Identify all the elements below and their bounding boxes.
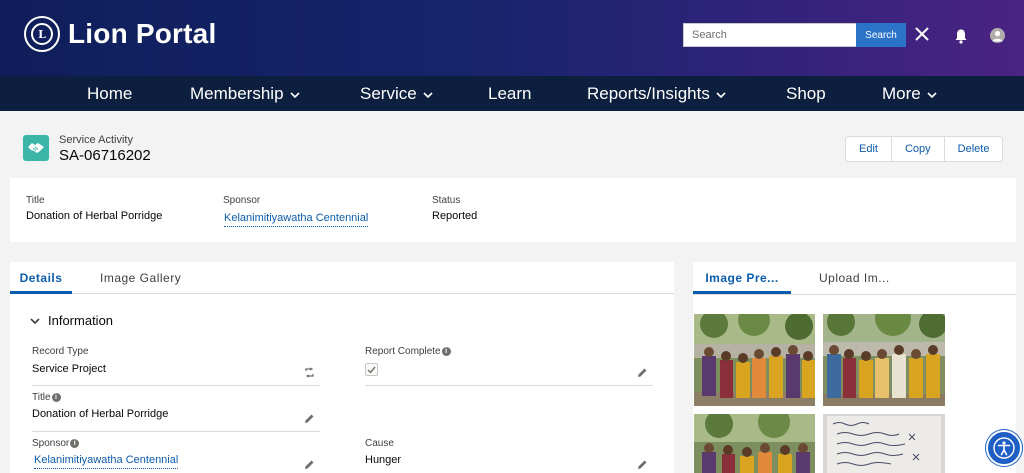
nav-item-membership[interactable]: Membership <box>190 76 300 111</box>
main-nav: Home Membership Service Learn Reports/In… <box>0 76 1024 111</box>
cause-value: Hunger <box>365 454 402 466</box>
lions-logo-icon[interactable]: L <box>24 16 60 52</box>
title-field-value: Donation of Herbal Porridge <box>32 408 169 420</box>
cause-label: Cause <box>365 438 394 449</box>
nav-item-shop[interactable]: Shop <box>786 76 826 111</box>
record-object-label: Service Activity <box>59 134 133 146</box>
search-input[interactable] <box>683 23 857 47</box>
nav-item-home[interactable]: Home <box>87 76 132 111</box>
section-information-toggle[interactable]: Information <box>30 313 113 328</box>
chevron-down-icon <box>423 91 433 98</box>
sponsor-link[interactable]: Kelanimitiyawatha Centennial <box>224 212 369 227</box>
gallery-thumbnail[interactable] <box>694 414 815 473</box>
info-icon[interactable]: i <box>70 439 80 448</box>
gallery-thumbnail[interactable] <box>823 314 945 406</box>
title-value: Donation of Herbal Porridge <box>26 210 163 222</box>
copy-button[interactable]: Copy <box>892 137 945 161</box>
sponsor-label: Sponsor <box>223 195 261 206</box>
divider <box>32 385 320 386</box>
chevron-down-icon <box>927 91 937 98</box>
section-title: Information <box>48 313 114 328</box>
gallery-thumbnail[interactable] <box>823 414 945 473</box>
chevron-down-icon <box>716 91 726 98</box>
nav-item-more[interactable]: More <box>882 76 937 111</box>
record-actions: Edit Copy Delete <box>845 136 1004 162</box>
top-header: L Lion Portal Search <box>0 0 1024 76</box>
status-value: Reported <box>432 210 478 222</box>
status-label: Status <box>432 195 461 206</box>
pencil-icon[interactable] <box>304 459 315 470</box>
images-card: Image Pre... Upload Im... <box>693 262 1016 473</box>
record-type-value: Service Project <box>32 363 106 375</box>
info-icon[interactable]: i <box>51 393 61 402</box>
nav-item-service[interactable]: Service <box>360 76 433 111</box>
sponsor-field-label: Sponsor i <box>32 438 80 449</box>
title-label: Title <box>26 195 45 206</box>
accessibility-icon <box>993 437 1015 459</box>
title-field-label: Title i <box>32 392 61 403</box>
pencil-icon[interactable] <box>637 367 648 378</box>
bell-icon[interactable] <box>953 28 969 44</box>
details-card: Details Image Gallery Information Record… <box>10 262 674 473</box>
nav-item-learn[interactable]: Learn <box>488 76 531 111</box>
divider <box>365 385 653 386</box>
sponsor-field-link[interactable]: Kelanimitiyawatha Centennial <box>34 454 179 469</box>
tab-image-preview[interactable]: Image Pre... <box>693 262 791 294</box>
details-tabbar: Details Image Gallery <box>10 262 674 294</box>
change-record-type-icon[interactable] <box>304 367 315 378</box>
divider <box>32 431 320 432</box>
user-avatar-icon[interactable] <box>990 28 1005 43</box>
info-icon[interactable]: i <box>441 347 451 356</box>
record-type-label: Record Type <box>32 346 89 357</box>
pencil-icon[interactable] <box>637 459 648 470</box>
nav-item-reports-insights[interactable]: Reports/Insights <box>587 76 726 111</box>
chevron-down-icon <box>30 317 40 324</box>
highlights-panel: Title Donation of Herbal Porridge Sponso… <box>10 178 1016 242</box>
chevron-down-icon <box>289 91 300 98</box>
tab-upload-images[interactable]: Upload Im... <box>819 262 890 294</box>
pencil-icon[interactable] <box>304 413 315 424</box>
report-complete-label: Report Complete i <box>365 346 451 357</box>
report-complete-checkbox <box>365 363 378 376</box>
handshake-icon <box>23 135 49 161</box>
gallery-thumbnail[interactable] <box>694 314 815 406</box>
edit-button[interactable]: Edit <box>846 137 892 161</box>
search-button[interactable]: Search <box>856 23 906 47</box>
accessibility-button[interactable] <box>986 430 1022 466</box>
tab-details[interactable]: Details <box>10 262 72 294</box>
divider <box>693 294 1016 295</box>
record-id: SA-06716202 <box>59 147 151 164</box>
close-icon[interactable] <box>914 26 930 42</box>
tab-image-gallery[interactable]: Image Gallery <box>100 262 181 294</box>
delete-button[interactable]: Delete <box>945 137 1003 161</box>
portal-title[interactable]: Lion Portal <box>68 18 216 50</box>
